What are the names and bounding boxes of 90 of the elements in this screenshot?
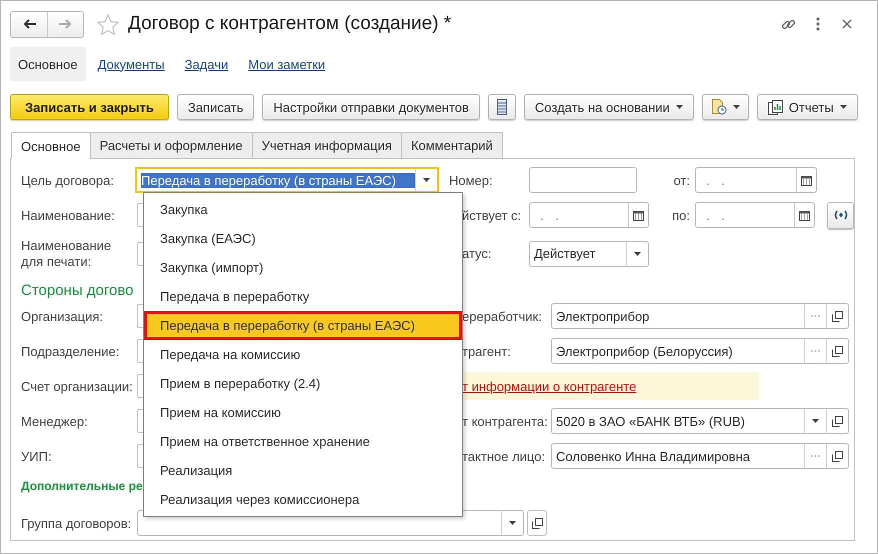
input-field[interactable]: Электроприбор (551, 303, 849, 329)
section-heading: Дополнительные ре (21, 479, 143, 493)
print-menu-button[interactable] (702, 94, 749, 120)
field-label: Номер: (449, 172, 494, 188)
field-label: Цель договора: (21, 172, 115, 188)
section-tab[interactable]: Основное (10, 47, 86, 81)
input-field[interactable]: 5020 в ЗАО «БАНК ВТБ» (RUB) (551, 408, 849, 434)
back-arrow-icon (22, 19, 36, 29)
field-value: Соловенко Инна Владимировна (555, 448, 751, 464)
list-button[interactable] (488, 94, 516, 120)
date-placeholder: . . (539, 208, 564, 222)
input-field[interactable]: Соловенко Инна Владимировна (551, 443, 849, 469)
dropdown-option[interactable]: Передача на комиссию (144, 340, 462, 369)
field-label: Менеджер: (21, 414, 89, 428)
caret-icon (732, 105, 740, 109)
period-button[interactable] (827, 202, 854, 228)
dropdown-option[interactable]: Закупка (144, 195, 462, 224)
star-icon[interactable] (97, 14, 119, 34)
dropdown-option[interactable]: Прием в переработку (2.4) (144, 369, 462, 398)
section-heading: Стороны догово (21, 282, 134, 298)
dropdown-option[interactable]: Передача в переработку (144, 282, 462, 311)
report-icon (768, 100, 783, 114)
dropdown-option[interactable]: Закупка (импорт) (144, 253, 462, 282)
period-icon (834, 210, 848, 220)
section-tab[interactable]: Документы (90, 47, 173, 81)
field-label: атус: (462, 246, 493, 261)
open-icon (532, 518, 542, 528)
reports-button[interactable]: Отчеты (756, 94, 858, 120)
save-close-button[interactable]: Записать и закрыть (10, 94, 169, 120)
create-based-button[interactable]: Создать на основании (524, 94, 694, 120)
more-icon[interactable] (816, 17, 820, 31)
field-label: ереработчик: (462, 308, 543, 324)
field-label: тактное лицо: (462, 448, 546, 464)
open-icon (832, 346, 843, 356)
field-label: от: (672, 172, 691, 188)
date-field[interactable]: . . (695, 202, 815, 228)
dropdown-option[interactable]: Реализация через комиссионера (144, 485, 462, 514)
caret-icon (423, 178, 430, 182)
section-tab[interactable]: Мои заметки (240, 47, 334, 81)
dropdown-option[interactable]: Передача в переработку (в страны ЕАЭС) (144, 311, 462, 340)
date-field[interactable]: . . (529, 202, 649, 228)
date-placeholder: . . (705, 208, 730, 222)
list-icon (496, 99, 507, 115)
calendar-icon (801, 174, 812, 186)
field-value: 5020 в ЗАО «БАНК ВТБ» (RUB) (555, 414, 746, 428)
field-value: Действует (533, 246, 596, 261)
toolbar-button[interactable]: Записать (176, 94, 254, 120)
caret-icon (840, 105, 847, 109)
open-icon (832, 450, 843, 462)
caret-icon (509, 521, 516, 525)
field-label: Группа договоров: (21, 516, 132, 530)
form-tab[interactable]: Расчеты и оформление (90, 132, 253, 158)
field-label: УИП: (21, 448, 53, 464)
window-title: Договор с контрагентом (создание) * (128, 13, 452, 35)
open-icon (832, 310, 843, 322)
open-button[interactable] (527, 510, 547, 536)
caret-icon (634, 252, 641, 256)
field-label: Наименование: (21, 208, 116, 222)
field-value: Передача в переработку (в страны ЕАЭС) (141, 172, 415, 188)
caret-icon (812, 419, 819, 423)
calendar-icon (799, 210, 810, 220)
dropdown-option[interactable]: Прием на ответственное хранение (144, 427, 462, 456)
form-tab[interactable]: Учетная информация (252, 132, 402, 158)
toolbar-button[interactable]: Настройки отправки документов (262, 94, 480, 120)
field-label: по: (671, 208, 691, 222)
section-tab[interactable]: Задачи (176, 47, 236, 81)
field-label: Подразделение: (21, 344, 120, 358)
dropdown-option[interactable]: Реализация (144, 456, 462, 485)
date-placeholder: . . (705, 172, 730, 188)
open-icon (832, 416, 843, 426)
document-clock-icon (710, 99, 727, 115)
dropdown-option[interactable]: Прием на комиссию (144, 398, 462, 427)
caret-icon (676, 105, 683, 109)
field-label: трагент: (462, 344, 512, 358)
dropdown-option[interactable]: Закупка (ЕАЭС) (144, 224, 462, 253)
field-label: Организация: (21, 308, 104, 324)
form-tab[interactable]: Комментарий (400, 132, 503, 158)
date-field[interactable]: . . (695, 167, 817, 193)
forward-arrow-icon (59, 19, 72, 29)
close-icon[interactable] (842, 19, 852, 29)
number-field[interactable] (529, 167, 637, 193)
field-label: Наименование для печати: (21, 238, 112, 270)
field-value: Электроприбор (Белоруссия) (555, 344, 734, 358)
status-select[interactable]: Действует (529, 240, 649, 266)
field-label: Счет организации: (21, 378, 134, 394)
form-tab[interactable]: Основное (11, 132, 91, 159)
input-field[interactable]: Электроприбор (Белоруссия) (551, 338, 849, 364)
field-label: йствует с: (462, 208, 522, 222)
calendar-icon (633, 210, 644, 220)
field-value: Электроприбор (555, 308, 650, 324)
